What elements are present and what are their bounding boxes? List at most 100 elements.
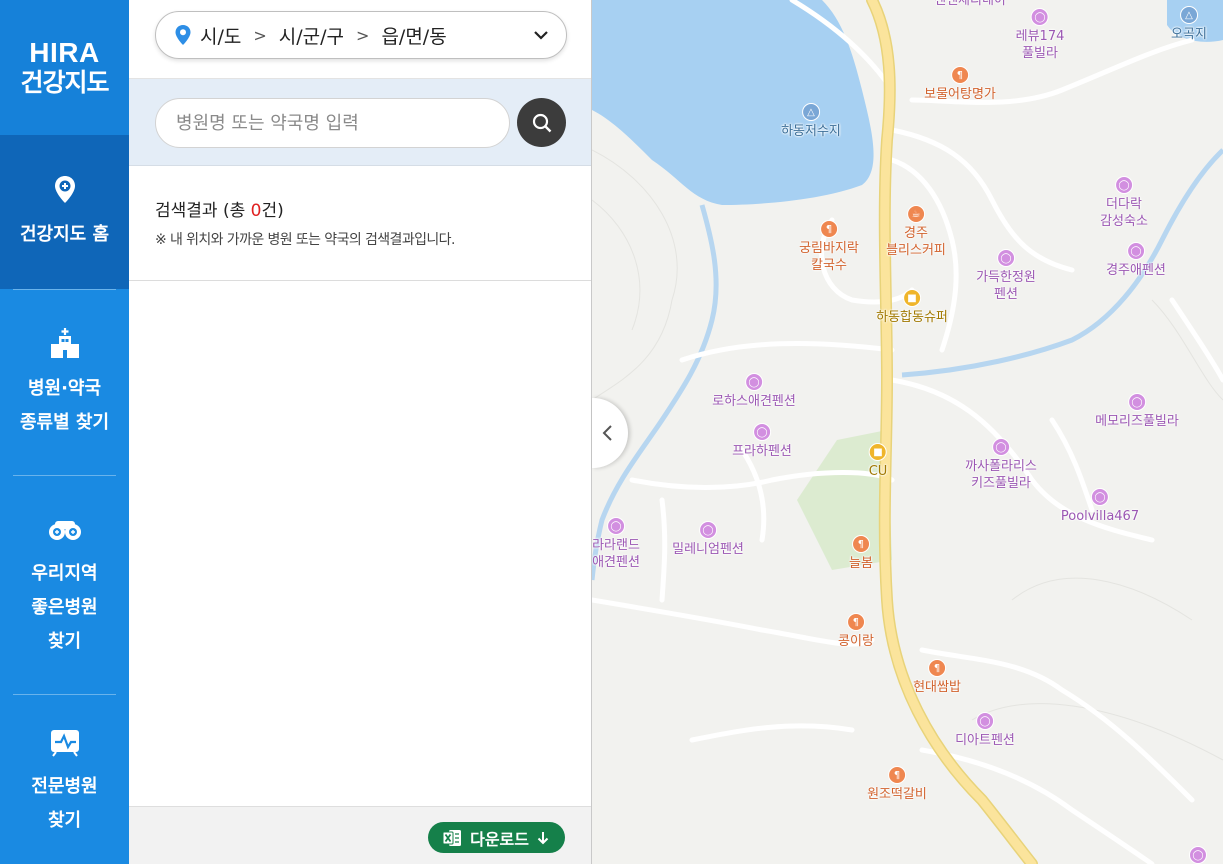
map-poi[interactable]: ¶ 궁림바지락 칼국수 xyxy=(799,220,859,274)
lodging-icon: ◯ xyxy=(1189,846,1207,864)
poi-label: 경주 블리스커피 xyxy=(886,226,946,258)
lodging-icon: ◯ xyxy=(1127,393,1146,411)
logo-text-hira: HIRA xyxy=(29,36,100,68)
poi-label: CU xyxy=(868,464,888,479)
result-count: 0 xyxy=(250,201,262,221)
nav-item-specialty-hospital[interactable]: 전문병원 찾기 xyxy=(0,695,129,864)
hira-logo[interactable]: HIRA 건강지도 xyxy=(0,0,129,135)
map-pin-plus-icon xyxy=(54,176,75,203)
download-button[interactable]: 다운로드 xyxy=(428,822,565,853)
map-poi[interactable]: ◯ 라라랜드 애견펜션 xyxy=(592,517,640,571)
map-poi[interactable]: ◯ 로하스애견펜션 xyxy=(712,373,796,410)
result-title-suffix: 건) xyxy=(261,201,284,221)
poi-label: 라라랜드 애견펜션 xyxy=(592,538,640,570)
poi-label: 가득한정원 펜션 xyxy=(976,270,1036,302)
map-poi[interactable]: ¶ 현대쌈밥 xyxy=(913,659,961,696)
lodging-icon: ◯ xyxy=(744,373,763,391)
nav-item-label: 건강지도 홈 xyxy=(19,224,110,245)
nav-item-label-line1: 병원·약국 xyxy=(27,377,102,399)
lodging-icon: ◯ xyxy=(1115,176,1133,194)
map-poi[interactable]: 센넨체리네이 xyxy=(934,0,1006,9)
store-icon: ■ xyxy=(869,443,887,461)
nav-item-label-line2: 좋은병원 xyxy=(31,597,98,618)
nav-item-label-line1: 전문병원 xyxy=(31,775,98,797)
poi-label: Poolvilla467 xyxy=(1060,509,1140,524)
map-poi[interactable]: ◯ 가득한정원 펜션 xyxy=(976,249,1036,303)
water-icon: △ xyxy=(802,103,820,121)
store-icon: ■ xyxy=(902,289,921,307)
poi-label: 프라하펜션 xyxy=(732,444,792,459)
medical-monitor-icon xyxy=(50,729,79,757)
poi-label: 디아트펜션 xyxy=(955,733,1015,748)
arrow-down-icon xyxy=(537,831,549,844)
chevron-right-icon: > xyxy=(356,25,370,45)
map-poi[interactable]: ☕ 경주 블리스커피 xyxy=(886,205,946,259)
map-poi[interactable]: ¶ 보물어탕명가 xyxy=(924,66,996,103)
poi-label: 메모리즈풀빌라 xyxy=(1095,414,1179,429)
nav-item-label-line3: 찾기 xyxy=(47,631,82,652)
excel-icon xyxy=(442,829,462,846)
lodging-icon: ◯ xyxy=(1090,488,1109,506)
poi-label: 늘봄 xyxy=(849,556,873,571)
map-poi[interactable]: △ 오곡지 xyxy=(1171,6,1207,43)
poi-label: 센넨체리네이 xyxy=(934,0,1006,8)
lodging-icon: ◯ xyxy=(991,438,1010,456)
map-poi[interactable]: ◯ 레뷰174 풀빌라 xyxy=(1015,8,1065,62)
map-poi[interactable]: ¶ 콩이랑 xyxy=(838,613,874,650)
nav-item-good-local-hospital[interactable]: 우리지역 좋은병원 찾기 xyxy=(0,476,129,694)
poi-label: 밀레니엄펜션 xyxy=(672,542,744,557)
map-poi[interactable]: ◯ 까사폴라리스 키즈풀빌라 xyxy=(965,438,1037,492)
map-base xyxy=(592,0,1223,864)
poi-label: 레뷰174 풀빌라 xyxy=(1015,29,1065,61)
nav-item-hospital-pharmacy-type[interactable]: 병원·약국 종류별 찾기 xyxy=(0,290,129,475)
poi-label: 오곡지 xyxy=(1171,27,1207,42)
poi-label: 더다락 감성숙소 xyxy=(1100,197,1148,229)
map-poi[interactable]: ◯ 밀레니엄펜션 xyxy=(672,521,744,558)
lodging-icon: ◯ xyxy=(1127,242,1145,260)
region-level-city: 시/군/구 xyxy=(278,25,345,48)
poi-label: 로하스애견펜션 xyxy=(712,394,796,409)
restaurant-icon: ¶ xyxy=(851,535,870,553)
lodging-icon: ◯ xyxy=(698,521,717,539)
lodging-icon: ◯ xyxy=(1030,8,1049,26)
logo-text-health-map: 건강지도 xyxy=(20,67,109,97)
cafe-icon: ☕ xyxy=(907,205,925,223)
map-poi[interactable]: ◯ 프라하펜션 xyxy=(732,423,792,460)
main-nav: HIRA 건강지도 건강지도 홈 병원·약국 종류별 찾기 우리지역 좋은병원 … xyxy=(0,0,129,864)
map-view[interactable]: 센넨체리네이 ◯ 레뷰174 풀빌라 △ 오곡지 ¶ 보물어탕명가 △ 하동저수지 ☕ 경… xyxy=(592,0,1223,864)
result-title: 검색결과 (총 0건) xyxy=(155,196,565,221)
map-poi[interactable]: △ 하동저수지 xyxy=(781,103,841,140)
lodging-icon: ◯ xyxy=(753,423,771,441)
search-input[interactable] xyxy=(155,98,510,148)
poi-label: 현대쌈밥 xyxy=(913,680,961,695)
nav-item-label-line2: 찾기 xyxy=(47,809,82,831)
nav-item-label-line2: 종류별 찾기 xyxy=(19,411,110,433)
chevron-down-icon xyxy=(534,31,548,40)
map-poi[interactable]: ¶ 늘봄 xyxy=(849,535,873,572)
search-button[interactable] xyxy=(517,98,566,147)
nav-item-label-line1: 우리지역 xyxy=(31,563,98,584)
water-icon: △ xyxy=(1179,6,1198,24)
map-poi[interactable]: ◯ 더다락 감성숙소 xyxy=(1100,176,1148,230)
map-poi[interactable]: ■ CU xyxy=(868,443,888,480)
map-poi[interactable]: ¶ 원조떡갈비 xyxy=(867,766,927,803)
binoculars-icon xyxy=(48,521,81,540)
map-poi[interactable]: ■ 하동합동슈퍼 xyxy=(876,289,948,326)
poi-label: 하동저수지 xyxy=(781,124,841,139)
map-poi[interactable]: ◯ Poolvilla467 xyxy=(1061,488,1139,525)
region-level-province: 시/도 xyxy=(200,25,242,48)
search-icon xyxy=(532,113,551,132)
restaurant-icon: ¶ xyxy=(950,66,969,84)
restaurant-icon: ¶ xyxy=(888,766,906,784)
poi-label: 경주애펜션 xyxy=(1106,263,1166,278)
map-poi[interactable]: ◯ 경주애펜션 xyxy=(1106,242,1166,279)
chevron-right-icon: > xyxy=(253,25,267,45)
map-poi[interactable]: ◯ 메모리즈풀빌라 xyxy=(1095,393,1179,430)
chevron-left-icon xyxy=(602,425,612,441)
region-selector[interactable]: 시/도 > 시/군/구 > 읍/면/동 xyxy=(155,11,567,59)
map-poi[interactable]: ◯ 디아트펜션 xyxy=(955,712,1015,749)
map-poi-partial[interactable]: ◯ xyxy=(1189,846,1207,864)
restaurant-icon: ¶ xyxy=(928,659,946,677)
nav-item-health-map-home[interactable]: 건강지도 홈 xyxy=(0,135,129,289)
lodging-icon: ◯ xyxy=(997,249,1015,267)
